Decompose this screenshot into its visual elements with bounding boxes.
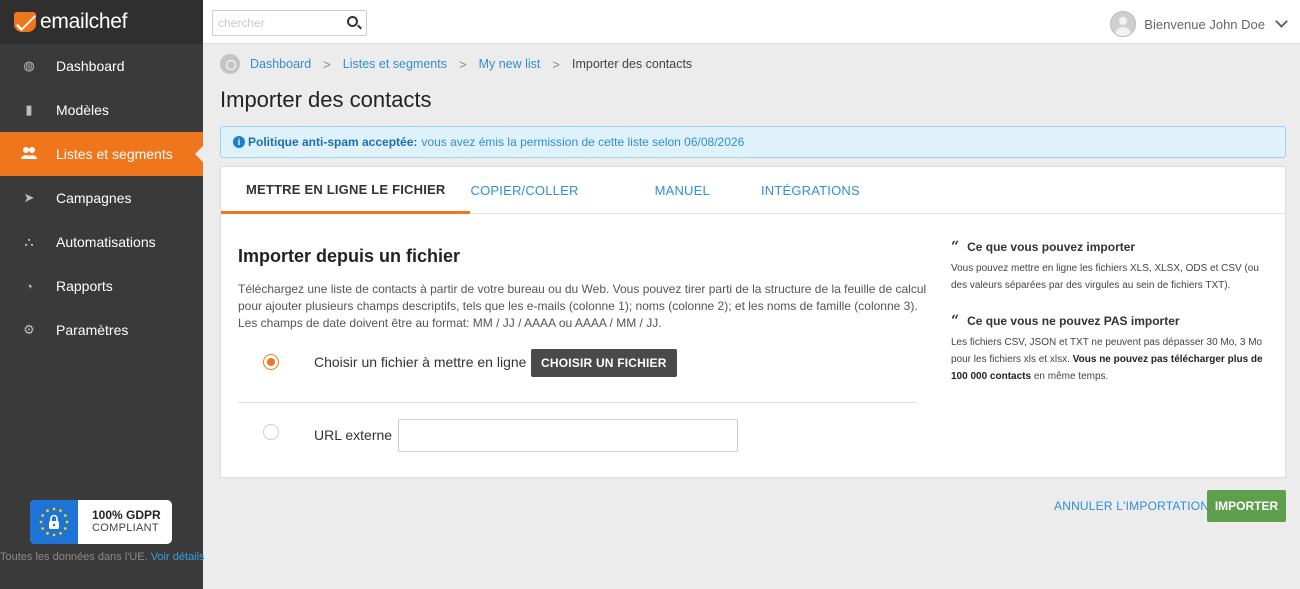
breadcrumb-my-new-list[interactable]: My new list (479, 57, 541, 71)
paper-plane-icon: ➤ (23, 190, 35, 205)
breadcrumb-separator: > (552, 56, 560, 72)
breadcrumb-separator: > (323, 56, 331, 72)
topbar: Bienvenue John Doe (203, 0, 1300, 44)
pie-chart-icon: ◔ (25, 278, 33, 294)
can-import-text: Vous pouvez mettre en ligne les fichiers… (951, 263, 1259, 291)
tab-copier-coller[interactable]: COPIER/COLLER (470, 167, 603, 214)
cannot-import-title: Ce que vous ne pouvez PAS importer (967, 314, 1180, 328)
home-icon[interactable] (220, 54, 240, 74)
sidebar-item-rapports[interactable]: ◔ Rapports (0, 264, 203, 308)
sidebar-item-label: Automatisations (56, 234, 156, 250)
tab-manuel[interactable]: MANUEL (630, 167, 735, 214)
choose-file-button[interactable]: CHOISIR UN FICHIER (531, 349, 677, 377)
page-title: Importer des contacts (220, 87, 432, 112)
user-greeting: Bienvenue John Doe (1144, 16, 1265, 32)
sidebar-item-label: Campagnes (56, 190, 132, 206)
sidebar-item-label: Paramètres (56, 322, 129, 338)
search-icon[interactable] (347, 16, 358, 27)
import-button[interactable]: IMPORTER (1207, 490, 1286, 522)
sidebar-item-campagnes[interactable]: ➤ Campagnes (0, 176, 203, 220)
cannot-import-heading: “ Ce que vous ne pouvez PAS importer (951, 314, 1271, 328)
can-import-title: Ce que vous pouvez importer (967, 240, 1136, 254)
logo-text: emailchef (40, 10, 128, 33)
gdpr-details-link[interactable]: Voir détails (151, 551, 205, 563)
eu-flag-icon (30, 500, 78, 544)
info-icon: i (233, 136, 245, 148)
sitemap-icon: ⛬ (24, 234, 34, 249)
import-description: Téléchargez une liste de contacts à part… (238, 282, 927, 330)
quote-icon: “ (951, 239, 960, 255)
dashboard-icon: ◍ (23, 58, 35, 73)
sidebar-item-label: Listes et segments (56, 146, 173, 162)
sidebar-nav: ◍ Dashboard ▮ Modèles Listes et segments… (0, 44, 203, 352)
gears-icon: ⚙ (23, 322, 35, 337)
sidebar-item-modeles[interactable]: ▮ Modèles (0, 88, 203, 132)
gdpr-text: 100% GDPR COMPLIANT (78, 509, 161, 535)
user-menu[interactable]: Bienvenue John Doe (1110, 11, 1288, 37)
users-icon (0, 146, 56, 163)
tab-mettre-en-ligne[interactable]: METTRE EN LIGNE LE FICHIER (221, 167, 471, 214)
breadcrumb-current: Importer des contacts (571, 57, 693, 71)
import-help: “ Ce que vous pouvez importer Vous pouve… (951, 240, 1271, 385)
breadcrumb: Dashboard > Listes et segments > My new … (220, 54, 692, 74)
breadcrumb-dashboard[interactable]: Dashboard (250, 57, 311, 71)
import-card: METTRE EN LIGNE LE FICHIER COPIER/COLLER… (220, 166, 1286, 478)
cancel-import-link[interactable]: ANNULER L'IMPORTATION (1054, 499, 1209, 513)
import-tabs: METTRE EN LIGNE LE FICHIER COPIER/COLLER… (221, 167, 1285, 214)
radio-file-upload[interactable] (263, 354, 279, 370)
gdpr-footer: Toutes les données dans l'UE. Voir détai… (0, 551, 205, 563)
logo-mark-icon (14, 12, 36, 32)
section-title: Importer depuis un fichier (238, 246, 461, 266)
sidebar: emailchef ◍ Dashboard ▮ Modèles Listes e… (0, 0, 205, 589)
option-url-label: URL externe (314, 427, 393, 443)
sidebar-item-label: Rapports (56, 278, 113, 294)
gdpr-subtitle: COMPLIANT (92, 522, 159, 534)
sidebar-item-parametres[interactable]: ⚙ Paramètres (0, 308, 203, 352)
cannot-import-tail: en même temps. (1033, 371, 1109, 382)
sidebar-item-dashboard[interactable]: ◍ Dashboard (0, 44, 203, 88)
breadcrumb-listes-et-segments[interactable]: Listes et segments (343, 57, 447, 71)
gdpr-badge: 100% GDPR COMPLIANT (30, 500, 172, 544)
sidebar-item-label: Dashboard (56, 58, 125, 74)
search-input[interactable] (213, 11, 333, 35)
sidebar-item-listes-et-segments[interactable]: Listes et segments (0, 132, 203, 176)
emailchef-logo[interactable]: emailchef (0, 0, 203, 44)
search-box (212, 10, 367, 36)
anti-spam-alert: i Politique anti-spam acceptée: vous ave… (220, 126, 1286, 158)
radio-external-url[interactable] (263, 424, 279, 440)
cannot-import-text: Les fichiers CSV, JSON et TXT ne peuvent… (951, 334, 1271, 385)
gdpr-footer-text: Toutes les données dans l'UE. (0, 551, 148, 563)
tab-integrations[interactable]: INTÉGRATIONS (761, 167, 860, 214)
breadcrumb-separator: > (458, 56, 467, 72)
can-import-heading: “ Ce que vous pouvez importer (951, 240, 1271, 254)
sidebar-item-label: Modèles (56, 102, 109, 118)
chevron-down-icon (1275, 15, 1288, 28)
gdpr-title: 100% GDPR (92, 508, 161, 522)
sidebar-item-automatisations[interactable]: ⛬ Automatisations (0, 220, 203, 264)
alert-bold: Politique anti-spam acceptée: (248, 135, 418, 149)
document-icon: ▮ (25, 102, 33, 117)
divider (238, 402, 916, 403)
quote-icon: “ (951, 313, 960, 329)
alert-text: vous avez émis la permission de cette li… (421, 135, 745, 149)
external-url-input[interactable] (398, 419, 738, 452)
option-file-label: Choisir un fichier à mettre en ligne (314, 354, 527, 370)
avatar (1110, 11, 1137, 37)
